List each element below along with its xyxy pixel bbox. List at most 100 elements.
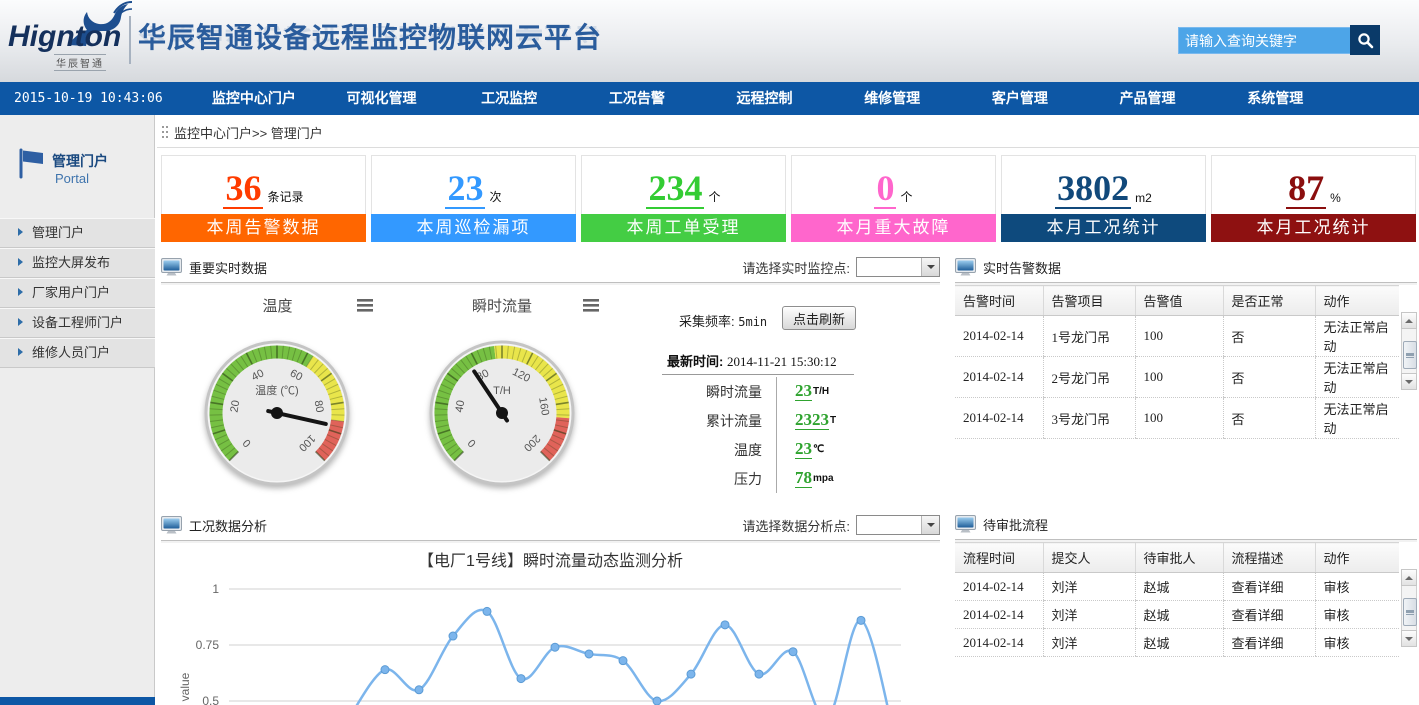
col-header: 流程时间 xyxy=(955,543,1043,573)
stat-label[interactable]: 本周工单受理 xyxy=(581,214,786,242)
section-title: 实时告警数据 xyxy=(983,258,1061,277)
table-header-row: 流程时间 提交人 待审批人 流程描述 动作 xyxy=(955,543,1399,573)
reading-unit: ℃ xyxy=(813,444,824,455)
nav-item-visualization[interactable]: 可视化管理 xyxy=(318,82,446,115)
sidebar-item-engineer-portal[interactable]: 设备工程师门户 xyxy=(0,308,155,338)
logo-tagline: 华辰智通 xyxy=(54,54,106,71)
scrollbar-thumb[interactable] xyxy=(1403,598,1417,626)
realtime-readings: 瞬时流量 23T/H 累计流量 2323T 温度 23℃ 压力 78mpa xyxy=(650,377,885,493)
sidebar-item-factory-portal[interactable]: 厂家用户门户 xyxy=(0,278,155,308)
breadcrumb-divider xyxy=(157,147,1419,148)
arrow-right-icon xyxy=(18,228,23,236)
stat-card-weekly-inspection[interactable]: 23次 本周巡检漏项 xyxy=(371,155,576,242)
sidebar: 管理门户 Portal 管理门户 监控大屏发布 厂家用户门户 设备工程师门户 维… xyxy=(0,115,155,705)
reading-row-total-flow: 累计流量 2323T xyxy=(650,406,885,435)
reading-label: 温度 xyxy=(650,440,776,460)
svg-text:0.5: 0.5 xyxy=(202,694,219,705)
realtime-section-header: 重要实时数据 请选择实时监控点: xyxy=(161,252,940,283)
nav-item-condition-alarm[interactable]: 工况告警 xyxy=(573,82,701,115)
monitor-point-select[interactable] xyxy=(856,257,940,277)
stat-card-monthly-failures[interactable]: 0个 本月重大故障 xyxy=(791,155,996,242)
reading-value: 2323 xyxy=(795,411,829,431)
sidebar-item-screen-publish[interactable]: 监控大屏发布 xyxy=(0,248,155,278)
reading-unit: mpa xyxy=(813,473,834,484)
view-detail-link[interactable]: 查看详细 xyxy=(1223,601,1315,629)
svg-text:0.75: 0.75 xyxy=(196,638,220,652)
review-link[interactable]: 审核 xyxy=(1315,573,1399,601)
nav-item-system[interactable]: 系统管理 xyxy=(1211,82,1339,115)
table-row: 2014-02-141号龙门吊100否无法正常启动 xyxy=(955,316,1399,357)
alarm-scrollbar[interactable] xyxy=(1401,312,1417,390)
stat-label[interactable]: 本周告警数据 xyxy=(161,214,366,242)
alarm-table-wrap: 告警时间 告警项目 告警值 是否正常 动作 2014-02-141号龙门吊100… xyxy=(955,285,1417,391)
temperature-gauge: 020406080100温度 (℃) xyxy=(203,339,351,487)
portal-title: 管理门户 xyxy=(52,151,108,171)
chevron-down-icon[interactable] xyxy=(921,516,939,534)
chart-menu-icon[interactable] xyxy=(357,299,373,312)
scroll-down-button[interactable] xyxy=(1401,373,1417,390)
review-link[interactable]: 审核 xyxy=(1315,601,1399,629)
col-header: 待审批人 xyxy=(1135,543,1223,573)
nav-item-condition-monitor[interactable]: 工况监控 xyxy=(445,82,573,115)
arrow-right-icon xyxy=(18,318,23,326)
stat-card-monthly-condition-area[interactable]: 3802m2 本月工况统计 xyxy=(1001,155,1206,242)
stat-unit: 个 xyxy=(708,188,720,205)
reading-label: 累计流量 xyxy=(650,411,776,431)
chevron-down-icon[interactable] xyxy=(921,258,939,276)
sidebar-menu: 管理门户 监控大屏发布 厂家用户门户 设备工程师门户 维修人员门户 xyxy=(0,218,155,368)
alarm-action: 无法正常启动 xyxy=(1315,357,1399,398)
section-title: 工况数据分析 xyxy=(189,516,267,535)
approval-scrollbar[interactable] xyxy=(1401,569,1417,647)
stat-value: 36 xyxy=(223,170,263,209)
search-button[interactable] xyxy=(1350,25,1380,55)
monitor-icon xyxy=(955,258,976,276)
nav-item-remote-control[interactable]: 远程控制 xyxy=(701,82,829,115)
view-detail-link[interactable]: 查看详细 xyxy=(1223,629,1315,657)
scroll-up-button[interactable] xyxy=(1401,312,1417,329)
approval-section-header: 待审批流程 xyxy=(955,509,1417,540)
analysis-point-select[interactable] xyxy=(856,515,940,535)
stat-card-monthly-condition-pct[interactable]: 87% 本月工况统计 xyxy=(1211,155,1416,242)
sidebar-item-repair-portal[interactable]: 维修人员门户 xyxy=(0,338,155,368)
arrow-right-icon xyxy=(18,348,23,356)
table-row: 2014-02-14刘洋赵城查看详细审核 xyxy=(955,629,1399,657)
col-header: 动作 xyxy=(1315,286,1399,316)
scrollbar-thumb[interactable] xyxy=(1403,341,1417,369)
stat-label[interactable]: 本月重大故障 xyxy=(791,214,996,242)
scrollbar-grip-icon xyxy=(1406,353,1414,358)
col-header: 提交人 xyxy=(1043,543,1135,573)
stat-card-weekly-workorders[interactable]: 234个 本周工单受理 xyxy=(581,155,786,242)
nav-item-product[interactable]: 产品管理 xyxy=(1084,82,1212,115)
chart-menu-icon[interactable] xyxy=(583,299,599,312)
review-link[interactable]: 审核 xyxy=(1315,629,1399,657)
reading-row-flow: 瞬时流量 23T/H xyxy=(650,377,885,406)
reading-unit: T/H xyxy=(813,386,829,397)
stat-label[interactable]: 本周巡检漏项 xyxy=(371,214,576,242)
reading-label: 压力 xyxy=(650,469,776,489)
section-title: 待审批流程 xyxy=(983,515,1048,534)
flow-gauge-title: 瞬时流量 xyxy=(432,295,572,316)
header-divider xyxy=(129,16,131,64)
sidebar-item-admin-portal[interactable]: 管理门户 xyxy=(0,218,155,248)
svg-text:T/H: T/H xyxy=(493,385,511,397)
stat-card-weekly-alarms[interactable]: 36条记录 本周告警数据 xyxy=(161,155,366,242)
view-detail-link[interactable]: 查看详细 xyxy=(1223,573,1315,601)
stat-label[interactable]: 本月工况统计 xyxy=(1211,214,1416,242)
svg-text:1: 1 xyxy=(212,582,219,596)
sidebar-footer-bar xyxy=(0,697,155,705)
stat-label[interactable]: 本月工况统计 xyxy=(1001,214,1206,242)
scroll-down-button[interactable] xyxy=(1401,630,1417,647)
sidebar-item-label: 厂家用户门户 xyxy=(32,285,110,300)
nav-item-customer[interactable]: 客户管理 xyxy=(956,82,1084,115)
monitor-icon xyxy=(161,516,182,534)
search-input[interactable] xyxy=(1178,27,1352,54)
svg-text:value: value xyxy=(178,672,192,701)
col-header: 告警值 xyxy=(1135,286,1223,316)
reading-label: 瞬时流量 xyxy=(650,382,776,402)
scroll-up-button[interactable] xyxy=(1401,569,1417,586)
nav-item-monitor-center[interactable]: 监控中心门户 xyxy=(190,82,318,115)
refresh-button[interactable]: 点击刷新 xyxy=(782,306,856,330)
table-header-row: 告警时间 告警项目 告警值 是否正常 动作 xyxy=(955,286,1399,316)
nav-item-maintenance[interactable]: 维修管理 xyxy=(828,82,956,115)
stat-value: 0 xyxy=(874,170,896,209)
